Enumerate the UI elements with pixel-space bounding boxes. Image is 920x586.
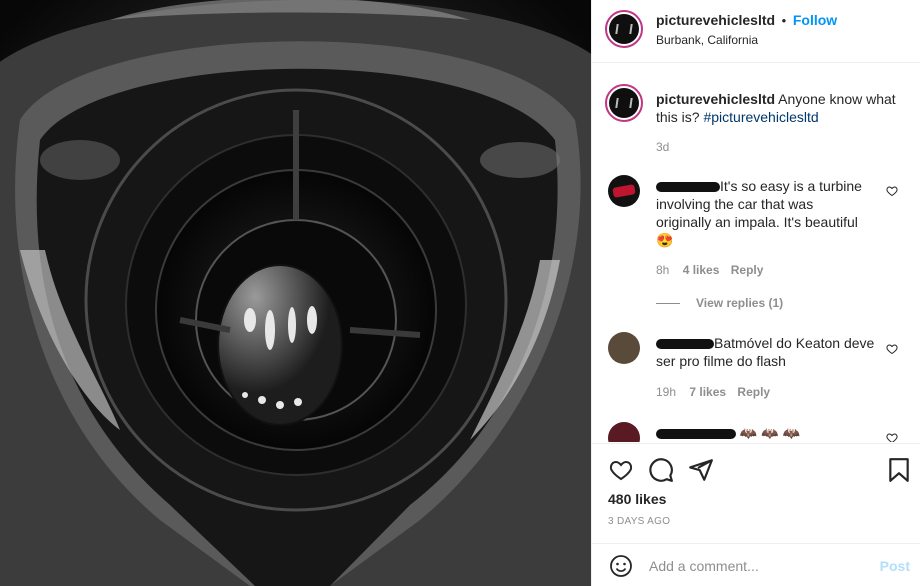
like-heart-icon[interactable]	[608, 458, 634, 482]
reply-button[interactable]: Reply	[737, 385, 770, 399]
redacted-username	[656, 339, 714, 350]
comment-likes[interactable]: 4 likes	[683, 263, 720, 277]
caption-avatar[interactable]	[605, 84, 643, 122]
comment-text-line1: Batmóvel do Keaton deve	[714, 335, 875, 351]
save-bookmark-icon[interactable]	[888, 457, 910, 483]
redacted-username	[656, 429, 736, 440]
author-username[interactable]: picturevehiclesltd	[656, 12, 775, 28]
comment-body: 🦇 🦇 🦇	[656, 424, 876, 442]
comment-emoji: 😍	[656, 232, 674, 248]
post-image	[0, 0, 591, 586]
comment-text-line1: It's so easy is a turbine	[720, 178, 862, 194]
comment-input[interactable]: Add a comment...	[649, 558, 759, 574]
caption-username[interactable]: picturevehiclesltd	[656, 91, 775, 107]
commenter-avatar[interactable]	[608, 175, 640, 207]
action-bar: 480 likes 3 DAYS AGO	[592, 443, 920, 543]
post-sidebar: picturevehiclesltd • Follow Burbank, Cal…	[591, 0, 920, 586]
comment-meta: 8h 4 likes Reply	[656, 263, 763, 277]
comment-body: It's so easy is a turbine involving the …	[656, 177, 876, 249]
comment-like-heart-icon[interactable]	[886, 343, 898, 355]
comment-text-line2: ser pro filme do flash	[656, 353, 786, 369]
commenter-avatar[interactable]	[608, 422, 640, 442]
separator-dot: •	[781, 13, 787, 28]
comment-time: 19h	[656, 385, 677, 399]
share-send-icon[interactable]	[688, 457, 714, 483]
follow-button[interactable]: Follow	[793, 12, 837, 28]
comment-emoji: 🦇 🦇 🦇	[739, 425, 800, 441]
comment-like-heart-icon[interactable]	[886, 432, 898, 442]
caption-time: 3d	[656, 140, 670, 154]
reply-button[interactable]: Reply	[731, 263, 764, 277]
comment-composer: Add a comment... Post	[592, 543, 920, 586]
comment-bubble-icon[interactable]	[648, 457, 674, 483]
posted-ago: 3 DAYS AGO	[608, 516, 671, 527]
caption: picturevehiclesltd Anyone know what this…	[656, 90, 906, 126]
view-replies-label[interactable]: View replies (1)	[696, 296, 783, 310]
author-avatar[interactable]	[605, 10, 643, 48]
comment-text-line3: originally an impala. It's beautiful	[656, 214, 858, 230]
comment-text-line2: involving the car that was	[656, 196, 814, 212]
caption-text: Anyone know what	[778, 91, 896, 107]
emoji-smiley-icon[interactable]	[609, 554, 633, 578]
post-photo[interactable]	[0, 0, 591, 586]
post-header: picturevehiclesltd • Follow Burbank, Cal…	[592, 0, 920, 63]
comment-like-heart-icon[interactable]	[886, 185, 898, 197]
comments-list[interactable]: picturevehiclesltd Anyone know what this…	[592, 64, 920, 442]
caption-hashtag[interactable]: #picturevehiclesltd	[703, 109, 818, 125]
view-replies[interactable]: View replies (1)	[656, 296, 783, 310]
comment-time: 8h	[656, 263, 670, 277]
like-count[interactable]: 480 likes	[608, 491, 666, 507]
comment-meta: 19h 7 likes Reply	[656, 385, 770, 399]
post-location[interactable]: Burbank, California	[656, 33, 758, 47]
redacted-username	[656, 182, 720, 193]
caption-text-2: this is?	[656, 109, 700, 125]
comment-likes[interactable]: 7 likes	[689, 385, 726, 399]
comment-body: Batmóvel do Keaton deve ser pro filme do…	[656, 334, 876, 370]
post-comment-button[interactable]: Post	[880, 558, 910, 574]
commenter-avatar[interactable]	[608, 332, 640, 364]
